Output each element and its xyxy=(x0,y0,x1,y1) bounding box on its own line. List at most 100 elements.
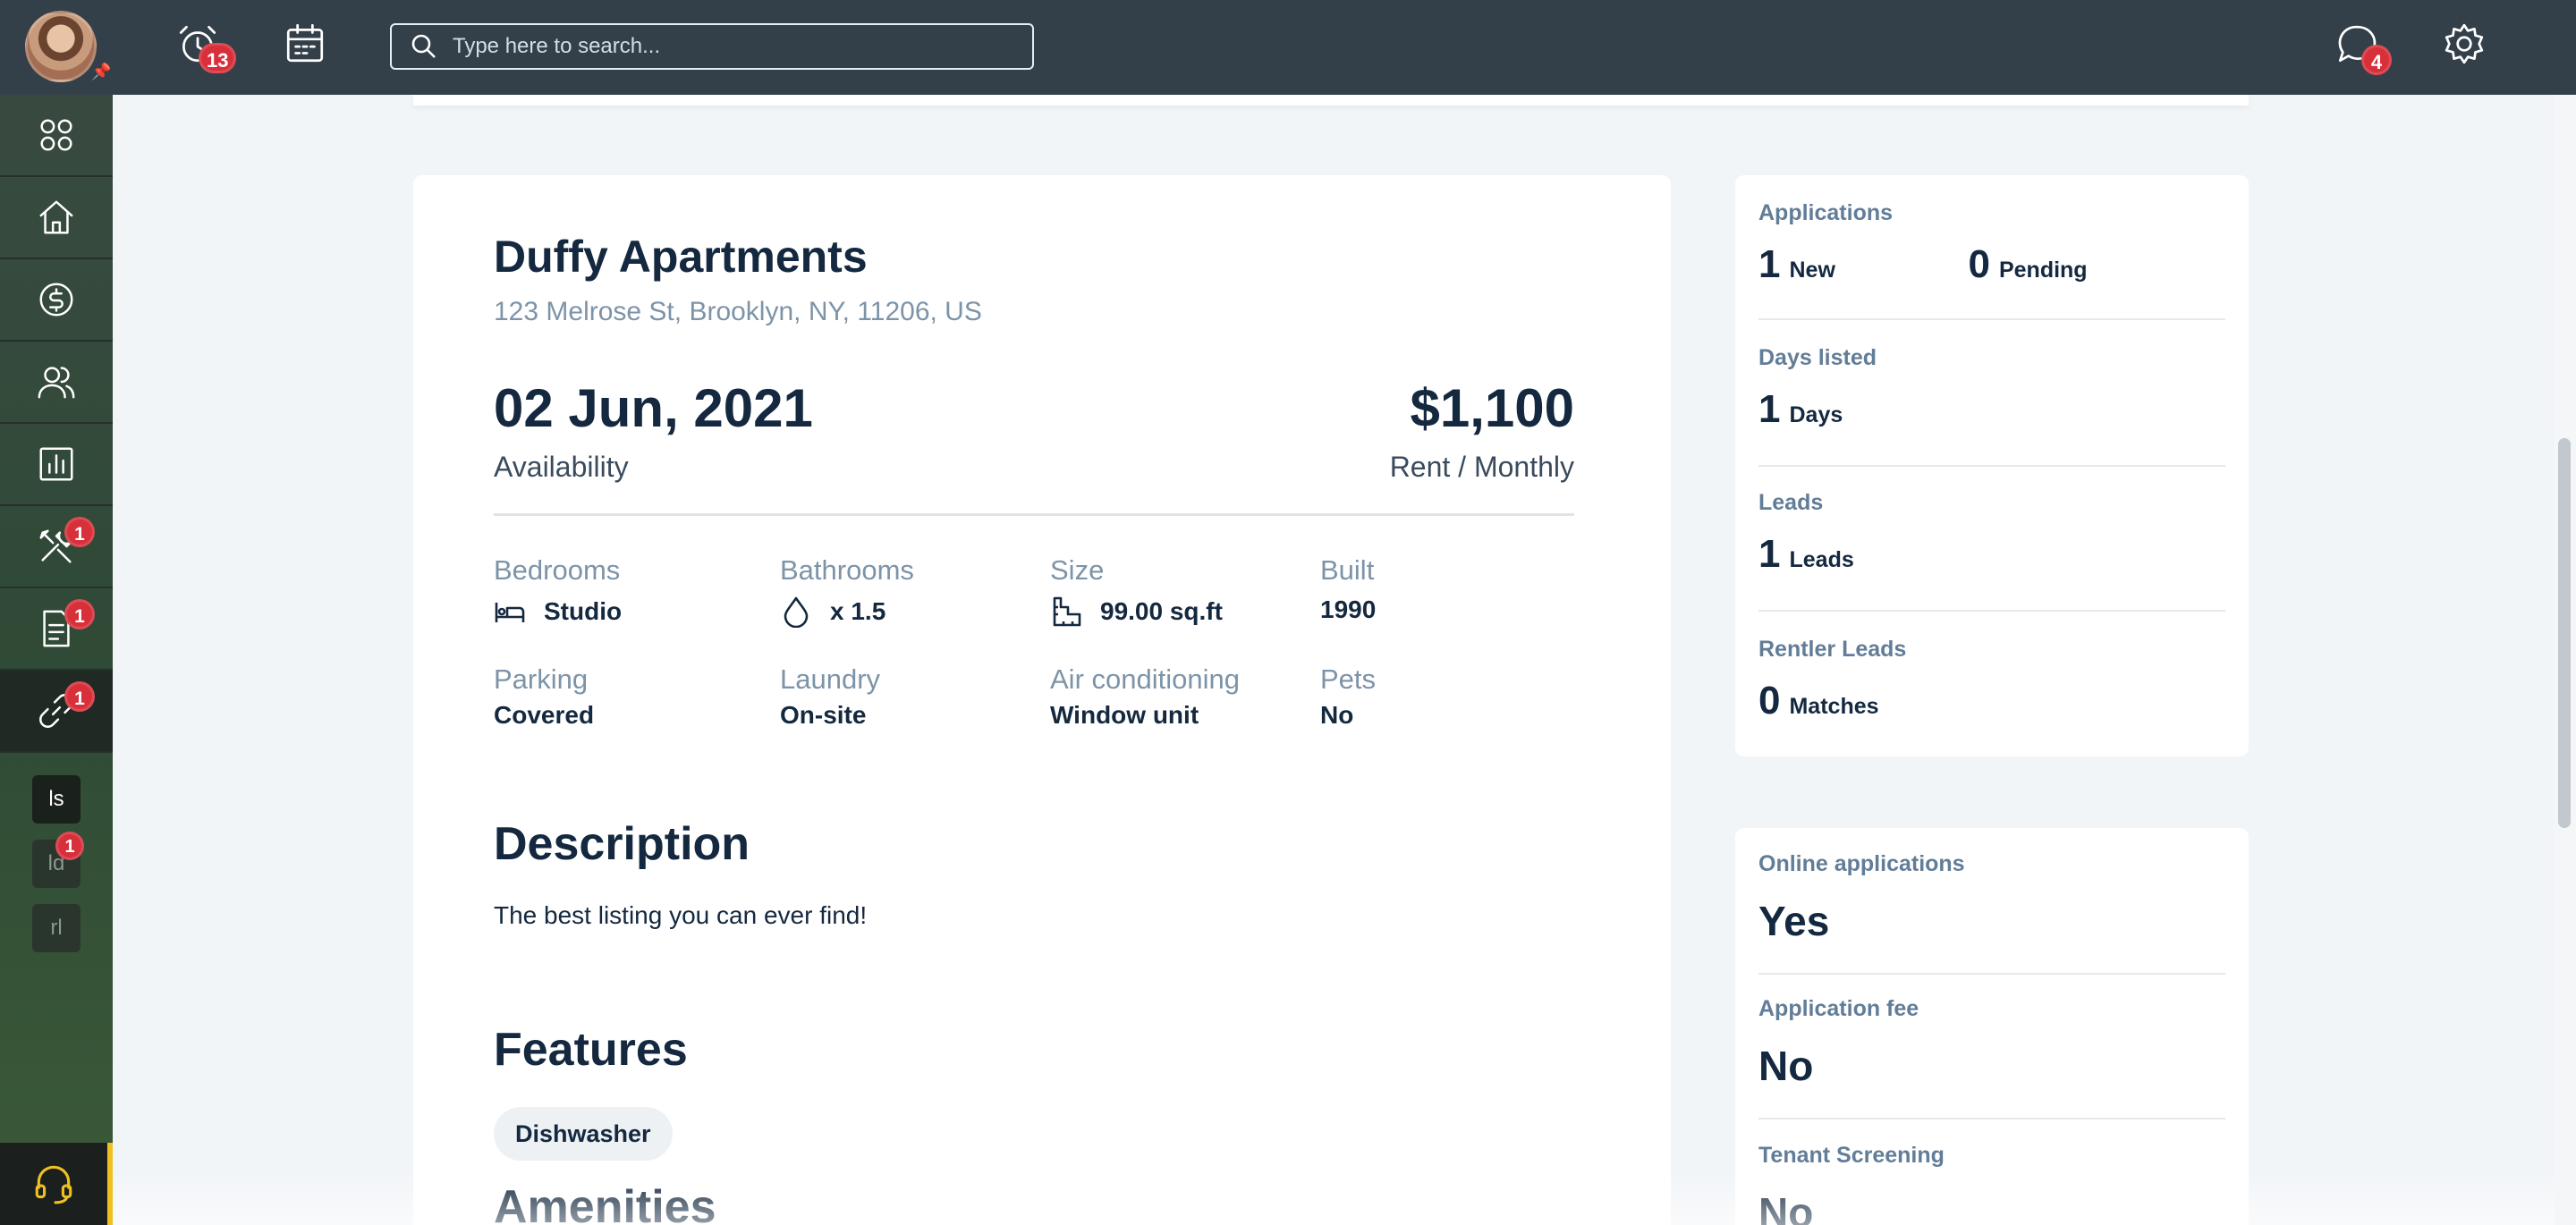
setting-application-fee: Application fee No xyxy=(1758,996,2225,1090)
sidebar-item-payments[interactable] xyxy=(0,259,113,342)
pending-applications-label: Pending xyxy=(1998,258,2088,283)
calendar-button[interactable] xyxy=(283,21,335,73)
support-button[interactable] xyxy=(0,1143,113,1225)
spec-air-conditioning: Air conditioning Window unit xyxy=(1050,663,1240,730)
sidebar-item-maintenance[interactable]: 1 xyxy=(0,506,113,588)
stat-label: Applications xyxy=(1758,200,1894,225)
setting-value: No xyxy=(1758,1043,1814,1089)
profile-area: 📌 xyxy=(0,0,113,95)
spec-bedrooms: Bedrooms Studio xyxy=(494,554,622,628)
spec-pets: Pets No xyxy=(1320,663,1376,730)
divider xyxy=(494,513,1574,516)
sidebar-item-links[interactable]: 1 xyxy=(0,671,113,753)
spec-value: On-site xyxy=(780,701,867,729)
avatar[interactable] xyxy=(25,11,97,82)
stat-label: Days listed xyxy=(1758,345,1877,370)
leads-unit: Leads xyxy=(1789,547,1854,572)
water-drop-icon xyxy=(784,596,809,628)
stat-label: Rentler Leads xyxy=(1758,637,1907,662)
previous-card-edge xyxy=(413,95,2249,106)
spec-built: Built 1990 xyxy=(1320,554,1376,624)
sidebar-item-people[interactable] xyxy=(0,342,113,424)
setting-value: No xyxy=(1758,1189,1814,1225)
floorplan-icon xyxy=(1053,596,1081,627)
stat-label: Leads xyxy=(1758,490,1824,515)
spec-laundry: Laundry On-site xyxy=(780,663,880,730)
days-count: 1 xyxy=(1758,387,1781,431)
sidebar-item-home[interactable] xyxy=(0,177,113,259)
application-settings-card: Online applications Yes Application fee … xyxy=(1735,828,2249,1225)
spec-value: x 1.5 xyxy=(830,597,886,625)
mini-ld-badge: 1 xyxy=(55,832,84,860)
amenities-title: Amenities xyxy=(494,1181,716,1225)
rent-amount: $1,100 xyxy=(1410,378,1574,438)
listing-address: 123 Melrose St, Brooklyn, NY, 11206, US xyxy=(494,297,982,326)
setting-value: Yes xyxy=(1758,898,1830,944)
messages-badge: 4 xyxy=(2361,45,2392,75)
features-title: Features xyxy=(494,1024,688,1076)
stat-days-listed: Days listed 1 Days xyxy=(1758,345,2225,432)
listing-title: Duffy Apartments xyxy=(494,232,868,282)
stat-applications: Applications 1 New 0 Pending xyxy=(1758,200,2225,287)
mini-item-rl[interactable]: rl xyxy=(32,904,80,952)
leads-count: 1 xyxy=(1758,532,1781,576)
mini-item-ls[interactable]: ls xyxy=(32,775,80,824)
spec-label: Air conditioning xyxy=(1050,663,1240,695)
pending-applications-count: 0 xyxy=(1968,242,1990,286)
description-title: Description xyxy=(494,818,750,870)
rent-label: Rent / Monthly xyxy=(1389,451,1574,483)
setting-label: Tenant Screening xyxy=(1758,1143,1945,1168)
top-bar: 13 4 xyxy=(113,0,2576,95)
users-icon xyxy=(38,367,75,399)
grid-icon xyxy=(40,119,72,151)
calendar-icon xyxy=(286,23,324,63)
description-text: The best listing you can ever find! xyxy=(494,901,868,929)
spec-label: Built xyxy=(1320,554,1375,586)
search-icon xyxy=(411,34,436,58)
documents-badge: 1 xyxy=(64,599,95,629)
stat-rentler-leads: Rentler Leads 0 Matches xyxy=(1758,637,2225,723)
spec-label: Bathrooms xyxy=(780,554,914,586)
rentler-count: 0 xyxy=(1758,679,1781,722)
stats-card: Applications 1 New 0 Pending Days listed… xyxy=(1735,175,2249,756)
chart-icon xyxy=(39,447,73,481)
messages-button[interactable]: 4 xyxy=(2334,21,2392,75)
sidebar: 📌 1 1 1 ls ld 1 rl xyxy=(0,0,113,1225)
sidebar-item-reports[interactable] xyxy=(0,424,113,506)
spec-value: No xyxy=(1320,701,1354,729)
availability-label: Availability xyxy=(494,451,629,483)
days-unit: Days xyxy=(1789,402,1843,427)
sidebar-item-documents[interactable]: 1 xyxy=(0,588,113,671)
headset-icon xyxy=(35,1165,72,1204)
spec-label: Pets xyxy=(1320,663,1377,695)
spec-bathrooms: Bathrooms x 1.5 xyxy=(780,554,914,628)
stat-leads: Leads 1 Leads xyxy=(1758,490,2225,577)
search-bar[interactable] xyxy=(390,23,1034,70)
availability-date: 02 Jun, 2021 xyxy=(494,378,813,438)
sidebar-item-apps[interactable] xyxy=(0,95,113,177)
setting-tenant-screening: Tenant Screening No xyxy=(1758,1143,2225,1225)
spec-label: Size xyxy=(1050,554,1105,586)
alerts-button[interactable]: 13 xyxy=(175,21,237,73)
feature-chip: Dishwasher xyxy=(494,1107,673,1161)
dollar-circle-icon xyxy=(39,283,73,317)
pin-icon[interactable]: 📌 xyxy=(91,63,111,80)
settings-button[interactable] xyxy=(2442,21,2494,73)
gear-icon xyxy=(2445,23,2484,64)
spec-value: Studio xyxy=(544,597,623,625)
spec-parking: Parking Covered xyxy=(494,663,594,730)
home-icon xyxy=(39,200,73,234)
new-applications-count: 1 xyxy=(1758,242,1781,286)
scrollbar-thumb[interactable] xyxy=(2558,438,2571,828)
setting-label: Online applications xyxy=(1758,851,1965,876)
links-badge: 1 xyxy=(64,681,95,712)
spec-label: Laundry xyxy=(780,663,881,695)
listing-card: Duffy Apartments 123 Melrose St, Brookly… xyxy=(413,175,1671,1225)
maintenance-badge: 1 xyxy=(64,517,95,547)
bed-icon xyxy=(495,603,525,622)
search-input[interactable] xyxy=(438,27,1032,66)
spec-value: Covered xyxy=(494,701,595,729)
rentler-unit: Matches xyxy=(1789,694,1879,719)
spec-label: Bedrooms xyxy=(494,554,621,586)
spec-size: Size 99.00 sq.ft xyxy=(1050,554,1223,628)
